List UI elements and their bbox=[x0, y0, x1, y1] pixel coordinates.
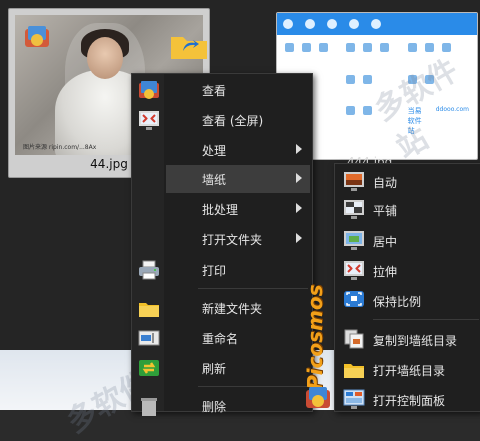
submenu-item-center[interactable]: 居中 bbox=[335, 226, 480, 254]
aspect-ratio-icon bbox=[344, 291, 364, 307]
control-panel-icon bbox=[343, 389, 365, 409]
menu-item-label: 查看 bbox=[202, 83, 227, 98]
menu-item-process[interactable]: 处理 bbox=[166, 136, 310, 164]
submenu-item-auto[interactable]: 自动 bbox=[335, 167, 480, 195]
menu-item-label: 新建文件夹 bbox=[202, 301, 263, 316]
menu-item-open-folder[interactable]: 打开文件夹 bbox=[166, 225, 310, 253]
wallpaper-submenu: 自动 平铺 居中 拉伸 保持比例 复制到墙纸目录 打开墙纸目录 打开控制面板 bbox=[334, 163, 480, 412]
menu-item-print[interactable]: 打印 bbox=[139, 256, 310, 284]
menu-item-label: 查看 (全屏) bbox=[202, 113, 264, 128]
submenu-item-label: 复制到墙纸目录 bbox=[373, 334, 458, 348]
submenu-arrow-icon bbox=[296, 144, 302, 154]
menu-item-label: 打印 bbox=[202, 263, 227, 278]
brand-wordmark: Picosmos bbox=[303, 284, 327, 391]
menu-item-label: 刷新 bbox=[202, 361, 227, 376]
app-toolbar-preview bbox=[277, 13, 477, 35]
brand-logo-icon bbox=[306, 387, 330, 408]
fullscreen-icon bbox=[139, 111, 159, 130]
open-folder-icon bbox=[344, 364, 364, 378]
menu-item-view-fullscreen[interactable]: 查看 (全屏) bbox=[139, 106, 310, 134]
context-menu: 查看 查看 (全屏) 处理 墙纸 批处理 打开文件夹 打印 新建文件夹 重命名 … bbox=[131, 73, 313, 416]
monitor-auto-icon bbox=[344, 172, 364, 191]
submenu-item-copy-to-wallpaper-dir[interactable]: 复制到墙纸目录 bbox=[335, 325, 480, 353]
menu-separator bbox=[198, 386, 308, 387]
refresh-icon bbox=[139, 360, 159, 376]
menu-separator bbox=[198, 288, 308, 289]
submenu-item-label: 保持比例 bbox=[373, 295, 422, 309]
submenu-item-label: 拉伸 bbox=[373, 265, 398, 279]
rename-icon bbox=[138, 330, 160, 346]
folder-icon bbox=[139, 303, 159, 317]
menu-item-label: 删除 bbox=[202, 399, 227, 414]
app-badge-icon bbox=[25, 26, 49, 47]
menu-item-view[interactable]: 查看 bbox=[139, 76, 310, 104]
monitor-tile-icon bbox=[344, 200, 364, 219]
menu-separator bbox=[373, 319, 479, 320]
shortcut-folder-icon bbox=[171, 37, 207, 59]
monitor-stretch-icon bbox=[344, 261, 364, 280]
submenu-arrow-icon bbox=[296, 173, 302, 183]
submenu-item-label: 居中 bbox=[373, 235, 398, 249]
submenu-arrow-icon bbox=[296, 233, 302, 243]
trash-icon bbox=[141, 398, 157, 416]
photo-credit: 图片来源 ripin.com/...8Ax bbox=[23, 144, 97, 151]
photo-view-icon bbox=[139, 81, 159, 99]
menu-item-label: 墙纸 bbox=[202, 172, 227, 187]
submenu-item-label: 打开控制面板 bbox=[373, 394, 446, 408]
copy-icon bbox=[344, 329, 364, 349]
submenu-item-stretch[interactable]: 拉伸 bbox=[335, 256, 480, 284]
menu-item-label: 批处理 bbox=[202, 202, 239, 217]
menu-item-delete[interactable]: 删除 bbox=[141, 392, 310, 420]
submenu-item-open-wallpaper-dir[interactable]: 打开墙纸目录 bbox=[335, 355, 480, 383]
submenu-item-label: 平铺 bbox=[373, 204, 398, 218]
submenu-arrow-icon bbox=[296, 203, 302, 213]
submenu-item-keep-ratio[interactable]: 保持比例 bbox=[335, 286, 480, 314]
menu-item-label: 打开文件夹 bbox=[202, 232, 263, 247]
submenu-item-label: 打开墙纸目录 bbox=[373, 364, 446, 378]
submenu-item-tile[interactable]: 平铺 bbox=[335, 195, 480, 223]
submenu-item-label: 自动 bbox=[373, 176, 398, 190]
menu-item-rename[interactable]: 重命名 bbox=[138, 324, 310, 352]
submenu-item-open-control-panel[interactable]: 打开控制面板 bbox=[335, 385, 480, 413]
menu-item-label: 重命名 bbox=[202, 331, 239, 346]
monitor-center-icon bbox=[344, 231, 364, 250]
menu-item-wallpaper[interactable]: 墙纸 bbox=[166, 165, 310, 193]
printer-icon bbox=[139, 260, 159, 280]
menu-item-refresh[interactable]: 刷新 bbox=[139, 354, 310, 382]
menu-item-new-folder[interactable]: 新建文件夹 bbox=[139, 294, 310, 322]
menu-item-label: 处理 bbox=[202, 143, 227, 158]
menu-item-batch[interactable]: 批处理 bbox=[166, 195, 310, 223]
